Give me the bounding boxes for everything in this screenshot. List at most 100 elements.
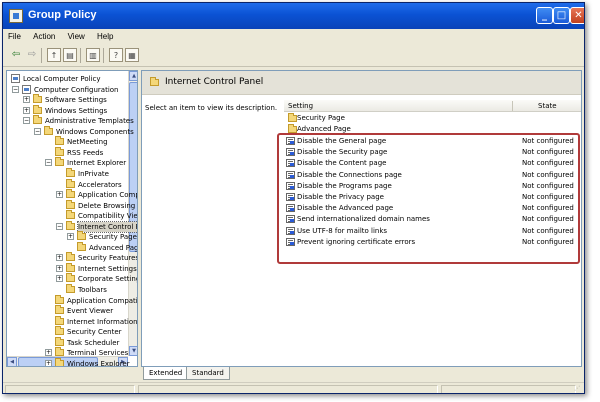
collapse-icon[interactable]: − xyxy=(56,222,63,230)
group-policy-app-icon xyxy=(9,9,23,23)
forward-arrow-icon[interactable]: ⇨ xyxy=(25,48,39,62)
expand-icon[interactable]: + xyxy=(56,275,63,283)
tree-item-label: Windows Explorer xyxy=(67,359,130,367)
setting-row[interactable]: Prevent ignoring certificate errors Not c… xyxy=(284,237,581,248)
tree-item[interactable]: Advanced Page xyxy=(7,241,137,253)
setting-name: Disable the Content page xyxy=(297,159,387,168)
menu-help[interactable]: Help xyxy=(92,29,118,41)
tree-item[interactable]: Local Computer Policy xyxy=(7,74,128,84)
tree-item[interactable]: + Security Features xyxy=(7,252,137,263)
tree-item[interactable]: Accelerators xyxy=(7,178,128,190)
column-header-setting[interactable]: Setting xyxy=(288,102,313,110)
menu-action[interactable]: Action xyxy=(28,29,60,41)
expand-icon[interactable]: + xyxy=(56,264,63,272)
tree-item[interactable]: Task Scheduler xyxy=(7,336,128,348)
setting-row[interactable]: Disable the General page Not configured xyxy=(284,136,581,147)
tree-item[interactable]: − Internet Explorer xyxy=(7,157,128,168)
folder-icon xyxy=(66,210,75,220)
up-folder-icon[interactable]: ↑ xyxy=(47,48,61,62)
tree-item[interactable]: Compatibility View xyxy=(7,210,137,221)
setting-row[interactable]: Disable the Security page Not configured xyxy=(284,147,581,158)
tree-item[interactable]: − Administrative Templates xyxy=(7,115,134,126)
tree-item-label: Local Computer Policy xyxy=(23,75,101,83)
tree-item[interactable]: Toolbars xyxy=(7,284,128,295)
folder-icon xyxy=(66,199,75,209)
setting-state: Not configured xyxy=(522,148,574,157)
menu-view[interactable]: View xyxy=(63,29,90,41)
collapse-icon[interactable]: − xyxy=(23,117,30,125)
expand-icon[interactable]: + xyxy=(67,233,74,241)
setting-row[interactable]: Disable the Programs page Not configured xyxy=(284,181,581,192)
column-header-state[interactable]: State xyxy=(538,102,557,110)
tree-item[interactable]: + Internet Settings xyxy=(7,262,137,274)
view-icon[interactable]: ▦ xyxy=(125,48,139,62)
list-folder-row[interactable]: Advanced Page xyxy=(284,124,581,135)
tree-item[interactable]: + Security Page xyxy=(7,231,137,242)
setting-row[interactable]: Disable the Content page Not configured xyxy=(284,158,581,169)
console-tree[interactable]: ▲ ▼ ◀ ▶ Local Computer Policy − Computer C… xyxy=(6,70,138,367)
scroll-down-icon[interactable]: ▼ xyxy=(129,346,137,356)
expand-icon[interactable]: + xyxy=(45,359,52,366)
expand-icon[interactable]: + xyxy=(56,191,63,199)
description-text: Select an item to view its description. xyxy=(145,104,278,112)
tree-item[interactable]: InPrivate xyxy=(7,167,128,179)
setting-row[interactable]: Send internationalized domain names Not c… xyxy=(284,214,581,225)
setting-row[interactable]: Disable the Connections page Not configur… xyxy=(284,170,581,181)
title-bar[interactable]: Group Policy _ □ ✕ xyxy=(3,3,584,29)
expand-icon[interactable]: + xyxy=(45,349,52,357)
setting-name: Send internationalized domain names xyxy=(297,215,430,224)
tree-item[interactable]: Internet Information Services xyxy=(7,315,137,327)
tree-item[interactable]: Delete Browsing History xyxy=(7,199,137,211)
tree-item[interactable]: − Internet Control Panel xyxy=(7,220,137,233)
collapse-icon[interactable]: − xyxy=(45,159,52,167)
tree-item-label: Windows Components xyxy=(56,127,134,136)
folder-icon xyxy=(55,157,64,167)
expand-icon[interactable]: + xyxy=(56,254,63,262)
help-icon[interactable]: ? xyxy=(109,48,123,62)
minimize-button[interactable]: _ xyxy=(536,7,553,24)
scroll-up-icon[interactable]: ▲ xyxy=(129,71,137,81)
list-folder-row[interactable]: Security Page xyxy=(284,113,581,124)
tree-item[interactable]: − Computer Configuration xyxy=(7,84,128,95)
expand-icon[interactable]: + xyxy=(23,106,30,114)
tree-item[interactable]: − Windows Components xyxy=(7,125,134,137)
menu-file[interactable]: File xyxy=(3,29,26,41)
tree-item[interactable]: + Application Compatibility xyxy=(7,189,137,200)
tree-item[interactable]: + Terminal Services xyxy=(7,347,128,358)
expand-icon[interactable]: + xyxy=(23,96,30,104)
collapse-icon[interactable]: − xyxy=(34,127,41,135)
maximize-button[interactable]: □ xyxy=(553,7,570,24)
properties-icon[interactable]: ▥ xyxy=(86,48,100,62)
tree-item[interactable]: Event Viewer xyxy=(7,305,128,316)
column-divider[interactable] xyxy=(512,101,513,111)
policy-setting-icon xyxy=(286,237,295,246)
tree-item[interactable]: Security Center xyxy=(7,326,128,337)
close-button[interactable]: ✕ xyxy=(570,7,584,24)
tab-standard[interactable]: Standard xyxy=(186,367,230,380)
tree-item[interactable]: Application Compatibility xyxy=(7,294,137,306)
tree-item-label: Accelerators xyxy=(78,180,122,189)
tree-item-label: NetMeeting xyxy=(67,138,108,147)
back-arrow-icon[interactable]: ⇦ xyxy=(9,48,23,62)
tree-item[interactable]: + Software Settings xyxy=(7,94,128,105)
tree-item[interactable]: + Corporate Settings xyxy=(7,273,137,284)
tree-item-label: RSS Feeds xyxy=(67,148,104,157)
tree-item[interactable]: NetMeeting xyxy=(7,136,128,147)
collapse-icon[interactable]: − xyxy=(12,85,19,93)
menu-bar: File Action View Help xyxy=(3,29,584,45)
folder-icon xyxy=(55,136,64,146)
tree-item[interactable]: + Windows Explorer xyxy=(7,357,130,367)
tree-item[interactable]: + Windows Settings xyxy=(7,104,128,116)
setting-row[interactable]: Disable the Privacy page Not configured xyxy=(284,192,581,203)
setting-row[interactable]: Disable the Advanced page Not configured xyxy=(284,203,581,214)
setting-state: Not configured xyxy=(522,181,574,190)
folder-icon xyxy=(55,305,64,315)
setting-row[interactable]: Use UTF-8 for mailto links Not configured xyxy=(284,226,581,237)
tab-extended[interactable]: Extended xyxy=(143,367,189,380)
policy-setting-icon xyxy=(286,148,295,157)
tree-item[interactable]: RSS Feeds xyxy=(7,146,128,158)
folder-icon xyxy=(44,125,53,135)
resize-grip-icon[interactable]: ⋰ xyxy=(574,385,582,393)
folder-icon xyxy=(66,167,75,177)
show-tree-icon[interactable]: ▤ xyxy=(63,48,77,62)
